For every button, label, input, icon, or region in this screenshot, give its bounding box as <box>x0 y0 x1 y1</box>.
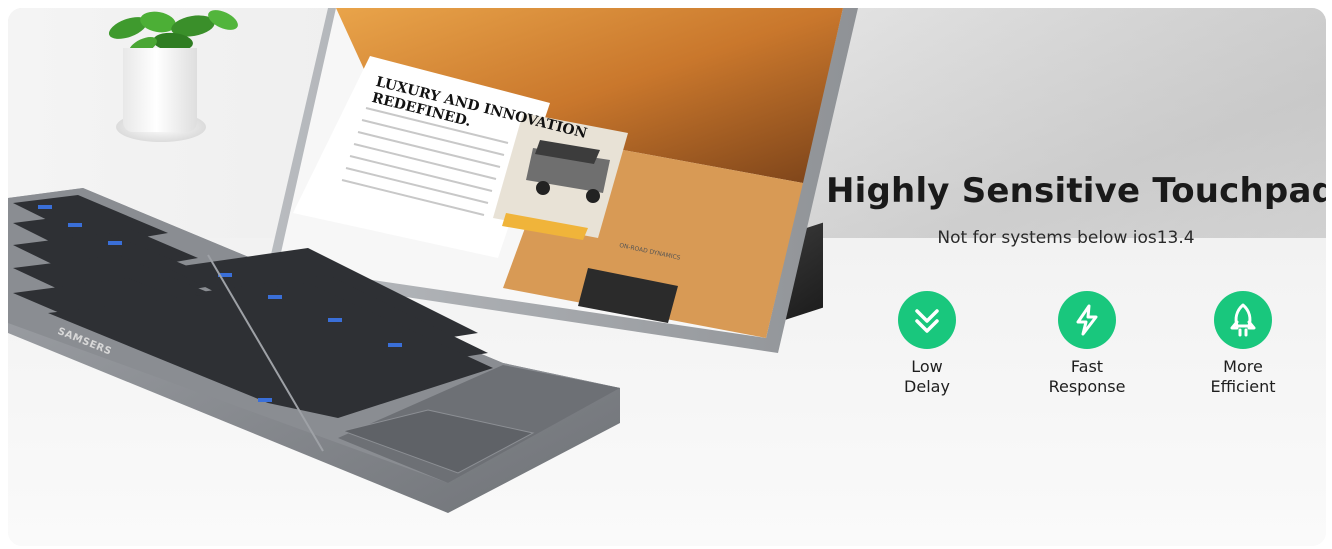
feature-label: More Efficient <box>1178 357 1308 397</box>
double-chevron-down-icon <box>898 291 956 349</box>
headline: Highly Sensitive Touchpad <box>826 171 1326 211</box>
feature-label-line2: Response <box>1048 377 1126 396</box>
rocket-icon <box>1214 291 1272 349</box>
lightning-bolt-icon <box>1058 291 1116 349</box>
feature-label-line2: Delay <box>904 377 950 396</box>
feature-fast-response: Fast Response <box>1022 291 1152 397</box>
plant-pot <box>123 48 197 132</box>
feature-more-efficient: More Efficient <box>1178 291 1308 397</box>
feature-label-line2: Efficient <box>1210 377 1276 396</box>
feature-label-line1: Fast <box>1070 357 1104 376</box>
feature-label: Low Delay <box>862 357 992 397</box>
feature-label-line1: More <box>1223 357 1263 376</box>
feature-label: Fast Response <box>1022 357 1152 397</box>
subline: Not for systems below ios13.4 <box>937 228 1195 248</box>
feature-low-delay: Low Delay <box>862 291 992 397</box>
product-banner: LUXURY AND INNOVATION REDEFINED. ON-ROAD… <box>8 8 1326 546</box>
feature-label-line1: Low <box>911 357 943 376</box>
